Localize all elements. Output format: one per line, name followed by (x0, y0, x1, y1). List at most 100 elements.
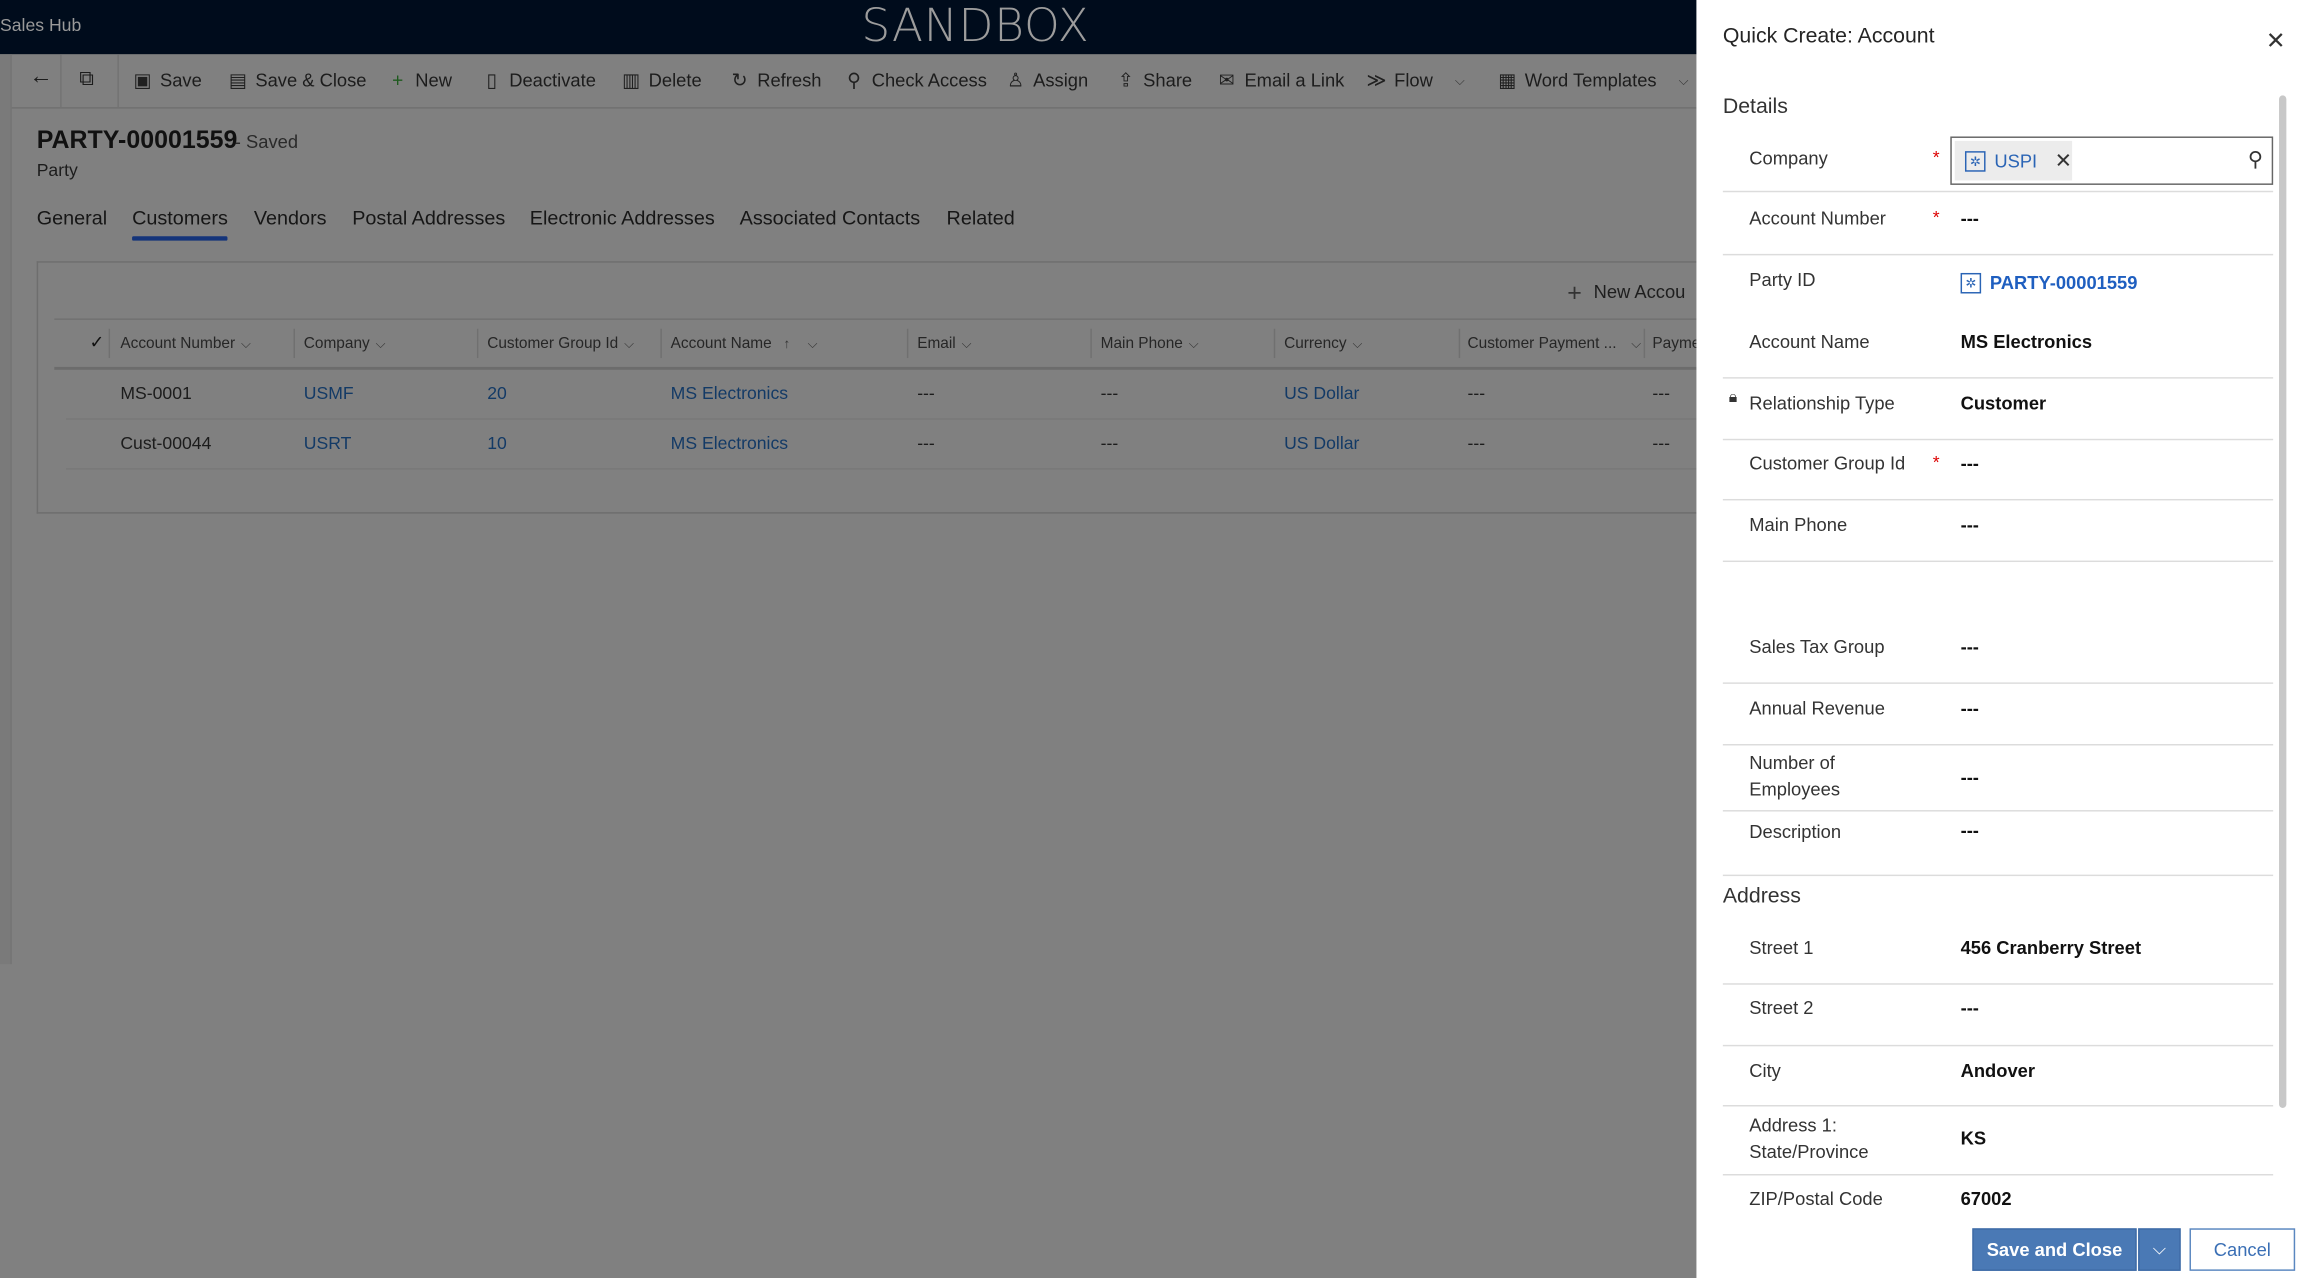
column-header[interactable]: Account Number ⌵ (120, 335, 251, 353)
scrollbar[interactable] (2279, 95, 2287, 1108)
new-account-label: New Accou (1593, 281, 1686, 303)
column-divider[interactable] (1458, 328, 1461, 359)
toolbar-share-button[interactable]: ⇪ Share (1115, 69, 1193, 92)
tab-electronic-addresses[interactable]: Electronic Addresses (530, 207, 715, 229)
toolbar-deactivate-button[interactable]: ▯ Deactivate (481, 69, 596, 92)
close-icon[interactable]: ✕ (2266, 26, 2286, 55)
company-value[interactable]: USPI (1994, 150, 2037, 171)
toolbar-refresh-button[interactable]: ↻ Refresh (729, 69, 822, 92)
chevron-down-icon[interactable]: ⌵ (962, 336, 972, 351)
column-divider[interactable] (906, 328, 909, 359)
cancel-button[interactable]: Cancel (2189, 1228, 2296, 1271)
column-header[interactable]: Customer Payment ... ⌵ (1468, 335, 1642, 353)
chevron-down-icon[interactable]: ⌵ (1679, 73, 1689, 89)
column-divider[interactable] (1273, 328, 1276, 359)
toolbar-check-access-button[interactable]: ⚲ Check Access (844, 69, 987, 92)
toolbar-flow-button[interactable]: ≫ Flow ⌵ (1366, 69, 1465, 92)
field-value-main-phone[interactable]: --- (1961, 515, 1979, 536)
save-options-chevron-icon[interactable]: ⌵ (2138, 1228, 2181, 1271)
chevron-down-icon[interactable]: ⌵ (1352, 336, 1362, 351)
field-value-city[interactable]: Andover (1961, 1061, 2035, 1082)
company-tag[interactable]: ✲ USPI ✕ (1954, 140, 2073, 181)
toolbar-save-button[interactable]: ▣ Save (132, 69, 202, 92)
tab-vendors[interactable]: Vendors (254, 207, 327, 229)
column-divider[interactable] (660, 328, 662, 359)
chevron-down-icon[interactable]: ⌵ (1631, 336, 1641, 351)
column-divider[interactable] (108, 328, 111, 359)
grid-cell-link[interactable]: US Dollar (1284, 433, 1359, 454)
company-lookup-input[interactable]: ✲ USPI ✕ ⚲ (1950, 136, 2274, 185)
chevron-down-icon[interactable]: ⌵ (1189, 336, 1199, 351)
save-and-close-button[interactable]: Save and Close (1972, 1228, 2137, 1271)
search-icon[interactable]: ⚲ (2248, 147, 2263, 172)
address-heading: Address (1722, 884, 1801, 909)
app-title[interactable]: Sales Hub (0, 15, 81, 36)
column-header[interactable]: Currency ⌵ (1284, 335, 1362, 353)
tab-general[interactable]: General (37, 207, 107, 229)
tab-customers[interactable]: Customers (132, 207, 228, 229)
column-header[interactable]: Payme (1652, 335, 1700, 353)
column-header[interactable]: Main Phone ⌵ (1101, 335, 1199, 353)
chevron-down-icon[interactable]: ⌵ (241, 336, 251, 351)
toolbar-delete-button[interactable]: ▥ Delete (621, 69, 702, 92)
field-value-annual-revenue[interactable]: --- (1961, 699, 1979, 720)
remove-icon[interactable]: ✕ (2055, 148, 2072, 173)
divider (1722, 190, 2274, 193)
column-header[interactable]: Account Name ↑ ⌵ (671, 335, 818, 353)
toolbar-label: Save (159, 70, 202, 91)
party-id-link[interactable]: ✲ PARTY-00001559 (1960, 272, 2138, 294)
tab-related[interactable]: Related (947, 207, 1015, 229)
field-value-description[interactable]: --- (1961, 820, 1979, 841)
toolbar-save-close-button[interactable]: ▤ Save & Close (227, 69, 367, 92)
new-account-button[interactable]: + New Accou (1567, 279, 1685, 308)
field-value-address-1-state-province[interactable]: KS (1961, 1129, 1986, 1150)
back-arrow-icon[interactable]: ← (29, 65, 52, 91)
chevron-down-icon[interactable]: ⌵ (376, 336, 386, 351)
grid-cell-link[interactable]: 20 (487, 383, 507, 404)
chevron-down-icon[interactable]: ⌵ (1455, 73, 1465, 89)
column-divider[interactable] (1090, 328, 1092, 359)
popout-icon[interactable]: ⧉ (79, 66, 94, 91)
column-divider[interactable] (1643, 328, 1646, 359)
column-header[interactable]: Customer Group Id ⌵ (487, 335, 634, 353)
toolbar-word-templates-button[interactable]: ▦ Word Templates ⌵ (1497, 69, 1689, 92)
divider (1722, 253, 2274, 256)
column-header[interactable]: Company ⌵ (304, 335, 386, 353)
chevron-down-icon[interactable]: ⌵ (808, 336, 818, 351)
column-divider[interactable] (293, 328, 295, 359)
toolbar-new-button[interactable]: + New (387, 69, 452, 91)
required-indicator: * (1932, 206, 1940, 228)
grid-cell-link[interactable]: MS Electronics (671, 383, 788, 404)
field-value-account-name[interactable]: MS Electronics (1961, 332, 2093, 353)
column-header-label: Customer Payment ... (1467, 334, 1617, 353)
grid-cell-link[interactable]: USRT (304, 433, 352, 454)
field-value-street-2[interactable]: --- (1961, 998, 1979, 1019)
grid-cell-link[interactable]: MS Electronics (671, 433, 788, 454)
tab-postal-addresses[interactable]: Postal Addresses (352, 207, 505, 229)
field-value-number-of-employees[interactable]: --- (1961, 768, 1979, 789)
field-value-account-number[interactable]: --- (1961, 208, 1979, 229)
field-value-sales-tax-group[interactable]: --- (1961, 637, 1979, 658)
grid-cell-link[interactable]: 10 (487, 433, 507, 454)
field-value-street-1[interactable]: 456 Cranberry Street (1961, 938, 2141, 959)
toolbar-label: Delete (648, 70, 702, 91)
field-label-number-of-employees: Number of Employees (1749, 752, 1841, 800)
column-header[interactable]: Email ⌵ (917, 335, 971, 353)
party-id-value[interactable]: PARTY-00001559 (1990, 273, 2138, 294)
field-value-customer-group-id[interactable]: --- (1961, 453, 1979, 474)
divider (1722, 682, 2274, 684)
select-all-checkmark-icon[interactable]: ✓ (90, 332, 105, 353)
toolbar-email-a-link-button[interactable]: ✉ Email a Link (1217, 69, 1345, 92)
grid-cell-link[interactable]: USMF (304, 383, 354, 404)
field-value-zip-postal-code[interactable]: 67002 (1961, 1189, 2012, 1208)
field-label-party-id: Party ID (1749, 270, 1816, 291)
field-value-relationship-type[interactable]: Customer (1961, 393, 2047, 414)
grid-cell-link[interactable]: US Dollar (1284, 383, 1359, 404)
column-divider[interactable] (476, 328, 479, 359)
chevron-down-icon[interactable]: ⌵ (624, 336, 634, 351)
toolbar-assign-button[interactable]: ♙ Assign (1005, 69, 1088, 92)
tab-associated-contacts[interactable]: Associated Contacts (740, 207, 921, 229)
command-bar: ← ⧉ ▣ Save ▤ Save & Close + New ▯ Deactivate ▥ Dele… (11, 54, 1697, 109)
screen: Sales Hub SANDBOX ← ⧉ ▣ Save ▤ Save & Close + N… (0, 0, 2301, 1278)
field-label-street-1: Street 1 (1749, 937, 1814, 959)
